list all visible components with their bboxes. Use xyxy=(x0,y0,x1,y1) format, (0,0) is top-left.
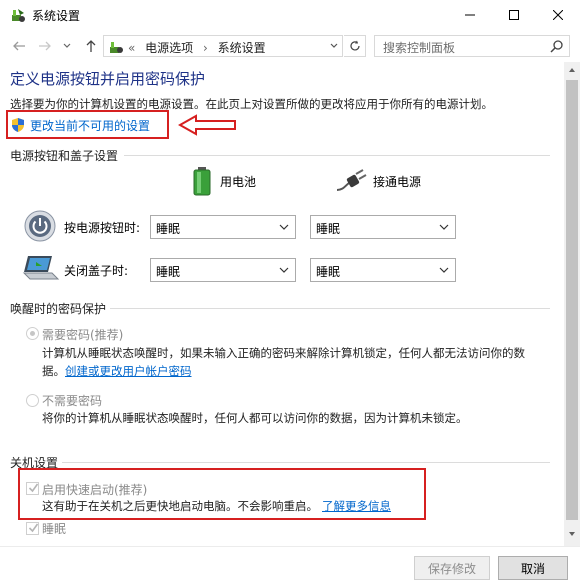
require-password-desc-line1: 计算机从睡眠状态唤醒时，如果未输入正确的密码来解除计算机锁定，任何人都无法访问你… xyxy=(42,346,525,360)
minimize-icon xyxy=(465,14,475,16)
close-button[interactable] xyxy=(536,0,580,30)
save-changes-button[interactable]: 保存修改 xyxy=(414,556,490,580)
checkmark-icon xyxy=(28,483,39,493)
group-divider xyxy=(110,308,550,309)
fast-startup-description: 这有助于在关机之后更快地启动电脑。不会影响重启。 了解更多信息 xyxy=(42,497,391,515)
recent-locations-button[interactable] xyxy=(56,36,78,56)
power-plug-icon xyxy=(336,169,367,191)
battery-icon xyxy=(193,167,211,196)
select-value: 睡眠 xyxy=(156,265,181,279)
select-value: 睡眠 xyxy=(316,265,341,279)
address-box[interactable]: « 电源选项 › 系统设置 xyxy=(103,35,343,57)
scrollbar-thumb[interactable] xyxy=(566,80,578,520)
back-button[interactable] xyxy=(8,36,30,56)
arrow-left-icon xyxy=(13,41,25,51)
select-value: 睡眠 xyxy=(156,222,181,236)
close-icon xyxy=(553,10,563,20)
breadcrumb: « 电源选项 › 系统设置 xyxy=(128,39,266,56)
breadcrumb-separator[interactable]: › xyxy=(203,41,208,55)
uac-shield-icon xyxy=(12,118,24,132)
address-dropdown-button[interactable] xyxy=(325,35,343,57)
chevron-down-icon xyxy=(439,224,449,230)
power-button-battery-select[interactable]: 睡眠 xyxy=(150,215,296,239)
breadcrumb-system-settings[interactable]: 系统设置 xyxy=(218,39,266,56)
checkmark-icon xyxy=(28,523,39,533)
scroll-down-icon[interactable] xyxy=(568,530,576,538)
battery-column-header: 用电池 xyxy=(190,166,256,196)
refresh-icon xyxy=(349,40,360,51)
change-account-password-link[interactable]: 创建或更改用户帐户密码 xyxy=(65,364,192,378)
plugged-in-column-header: 接通电源 xyxy=(335,168,421,194)
lid-close-plugged-select[interactable]: 睡眠 xyxy=(310,258,456,282)
change-unavailable-settings-label[interactable]: 更改当前不可用的设置 xyxy=(30,117,150,134)
title-bar: 系统设置 xyxy=(0,0,580,30)
change-unavailable-settings-link[interactable]: 更改当前不可用的设置 xyxy=(10,115,150,135)
power-button-label: 按电源按钮时: xyxy=(64,221,141,235)
chevron-down-icon xyxy=(279,224,289,230)
battery-column-label: 用电池 xyxy=(220,174,257,189)
lid-close-label: 关闭盖子时: xyxy=(64,264,129,278)
power-button-plugged-select[interactable]: 睡眠 xyxy=(310,215,456,239)
breadcrumb-overflow[interactable]: « xyxy=(128,41,135,55)
cancel-button[interactable]: 取消 xyxy=(498,556,568,580)
group-divider xyxy=(124,155,550,156)
red-arrow-annotation xyxy=(178,114,236,136)
laptop-lid-icon xyxy=(22,256,60,280)
require-password-radio[interactable] xyxy=(26,327,39,340)
lid-close-battery-select[interactable]: 睡眠 xyxy=(150,258,296,282)
wake-password-group-label: 唤醒时的密码保护 xyxy=(10,302,107,316)
require-password-desc-prefix: 据。 xyxy=(42,364,65,378)
group-divider xyxy=(62,462,550,463)
require-password-description: 计算机从睡眠状态唤醒时，如果未输入正确的密码来解除计算机锁定，任何人都无法访问你… xyxy=(42,344,562,380)
power-buttons-group-label: 电源按钮和盖子设置 xyxy=(10,149,119,163)
select-value: 睡眠 xyxy=(316,222,341,236)
plugged-in-column-label: 接通电源 xyxy=(373,174,422,189)
power-button-icon xyxy=(24,210,56,242)
fast-startup-label: 启用快速启动(推荐) xyxy=(42,483,148,497)
no-password-description: 将你的计算机从睡眠状态唤醒时，任何人都可以访问你的数据，因为计算机未锁定。 xyxy=(42,411,468,425)
sleep-checkbox[interactable] xyxy=(26,522,39,535)
require-password-label: 需要密码(推荐) xyxy=(42,328,124,342)
no-password-radio[interactable] xyxy=(26,394,39,407)
no-password-label: 不需要密码 xyxy=(42,394,103,408)
maximize-icon xyxy=(509,10,519,20)
chevron-down-icon xyxy=(279,267,289,273)
arrow-right-icon xyxy=(39,41,51,51)
radio-selected-dot xyxy=(30,331,35,336)
scroll-up-icon[interactable] xyxy=(568,66,576,74)
address-bar: « 电源选项 › 系统设置 搜索控制面板 xyxy=(0,30,580,62)
learn-more-link[interactable]: 了解更多信息 xyxy=(322,499,391,513)
chevron-down-icon xyxy=(330,43,338,48)
minimize-button[interactable] xyxy=(448,0,492,30)
maximize-button[interactable] xyxy=(492,0,536,30)
refresh-button[interactable] xyxy=(344,35,366,57)
fast-startup-desc-text: 这有助于在关机之后更快地启动电脑。不会影响重启。 xyxy=(42,499,318,513)
sleep-label: 睡眠 xyxy=(42,522,67,536)
window-title: 系统设置 xyxy=(32,9,81,23)
up-button[interactable] xyxy=(80,36,102,56)
arrow-up-icon xyxy=(86,40,96,52)
require-password-desc-line2: 据。创建或更改用户帐户密码 xyxy=(42,362,562,380)
power-options-icon xyxy=(110,42,123,53)
power-options-icon xyxy=(12,9,25,22)
chevron-down-icon xyxy=(63,43,71,48)
content-pane: 定义电源按钮并启用密码保护 选择要为你的计算机设置的电源设置。在此页上对设置所做… xyxy=(0,62,564,546)
search-icon[interactable] xyxy=(550,39,564,53)
forward-button[interactable] xyxy=(34,36,56,56)
breadcrumb-power-options[interactable]: 电源选项 xyxy=(145,39,193,56)
fast-startup-checkbox[interactable] xyxy=(26,482,39,495)
footer-bar: 保存修改 取消 xyxy=(0,546,580,588)
vertical-scrollbar[interactable] xyxy=(564,62,580,546)
page-title: 定义电源按钮并启用密码保护 xyxy=(10,70,206,88)
search-input[interactable]: 搜索控制面板 xyxy=(374,35,570,57)
search-placeholder: 搜索控制面板 xyxy=(383,41,456,55)
chevron-down-icon xyxy=(439,267,449,273)
